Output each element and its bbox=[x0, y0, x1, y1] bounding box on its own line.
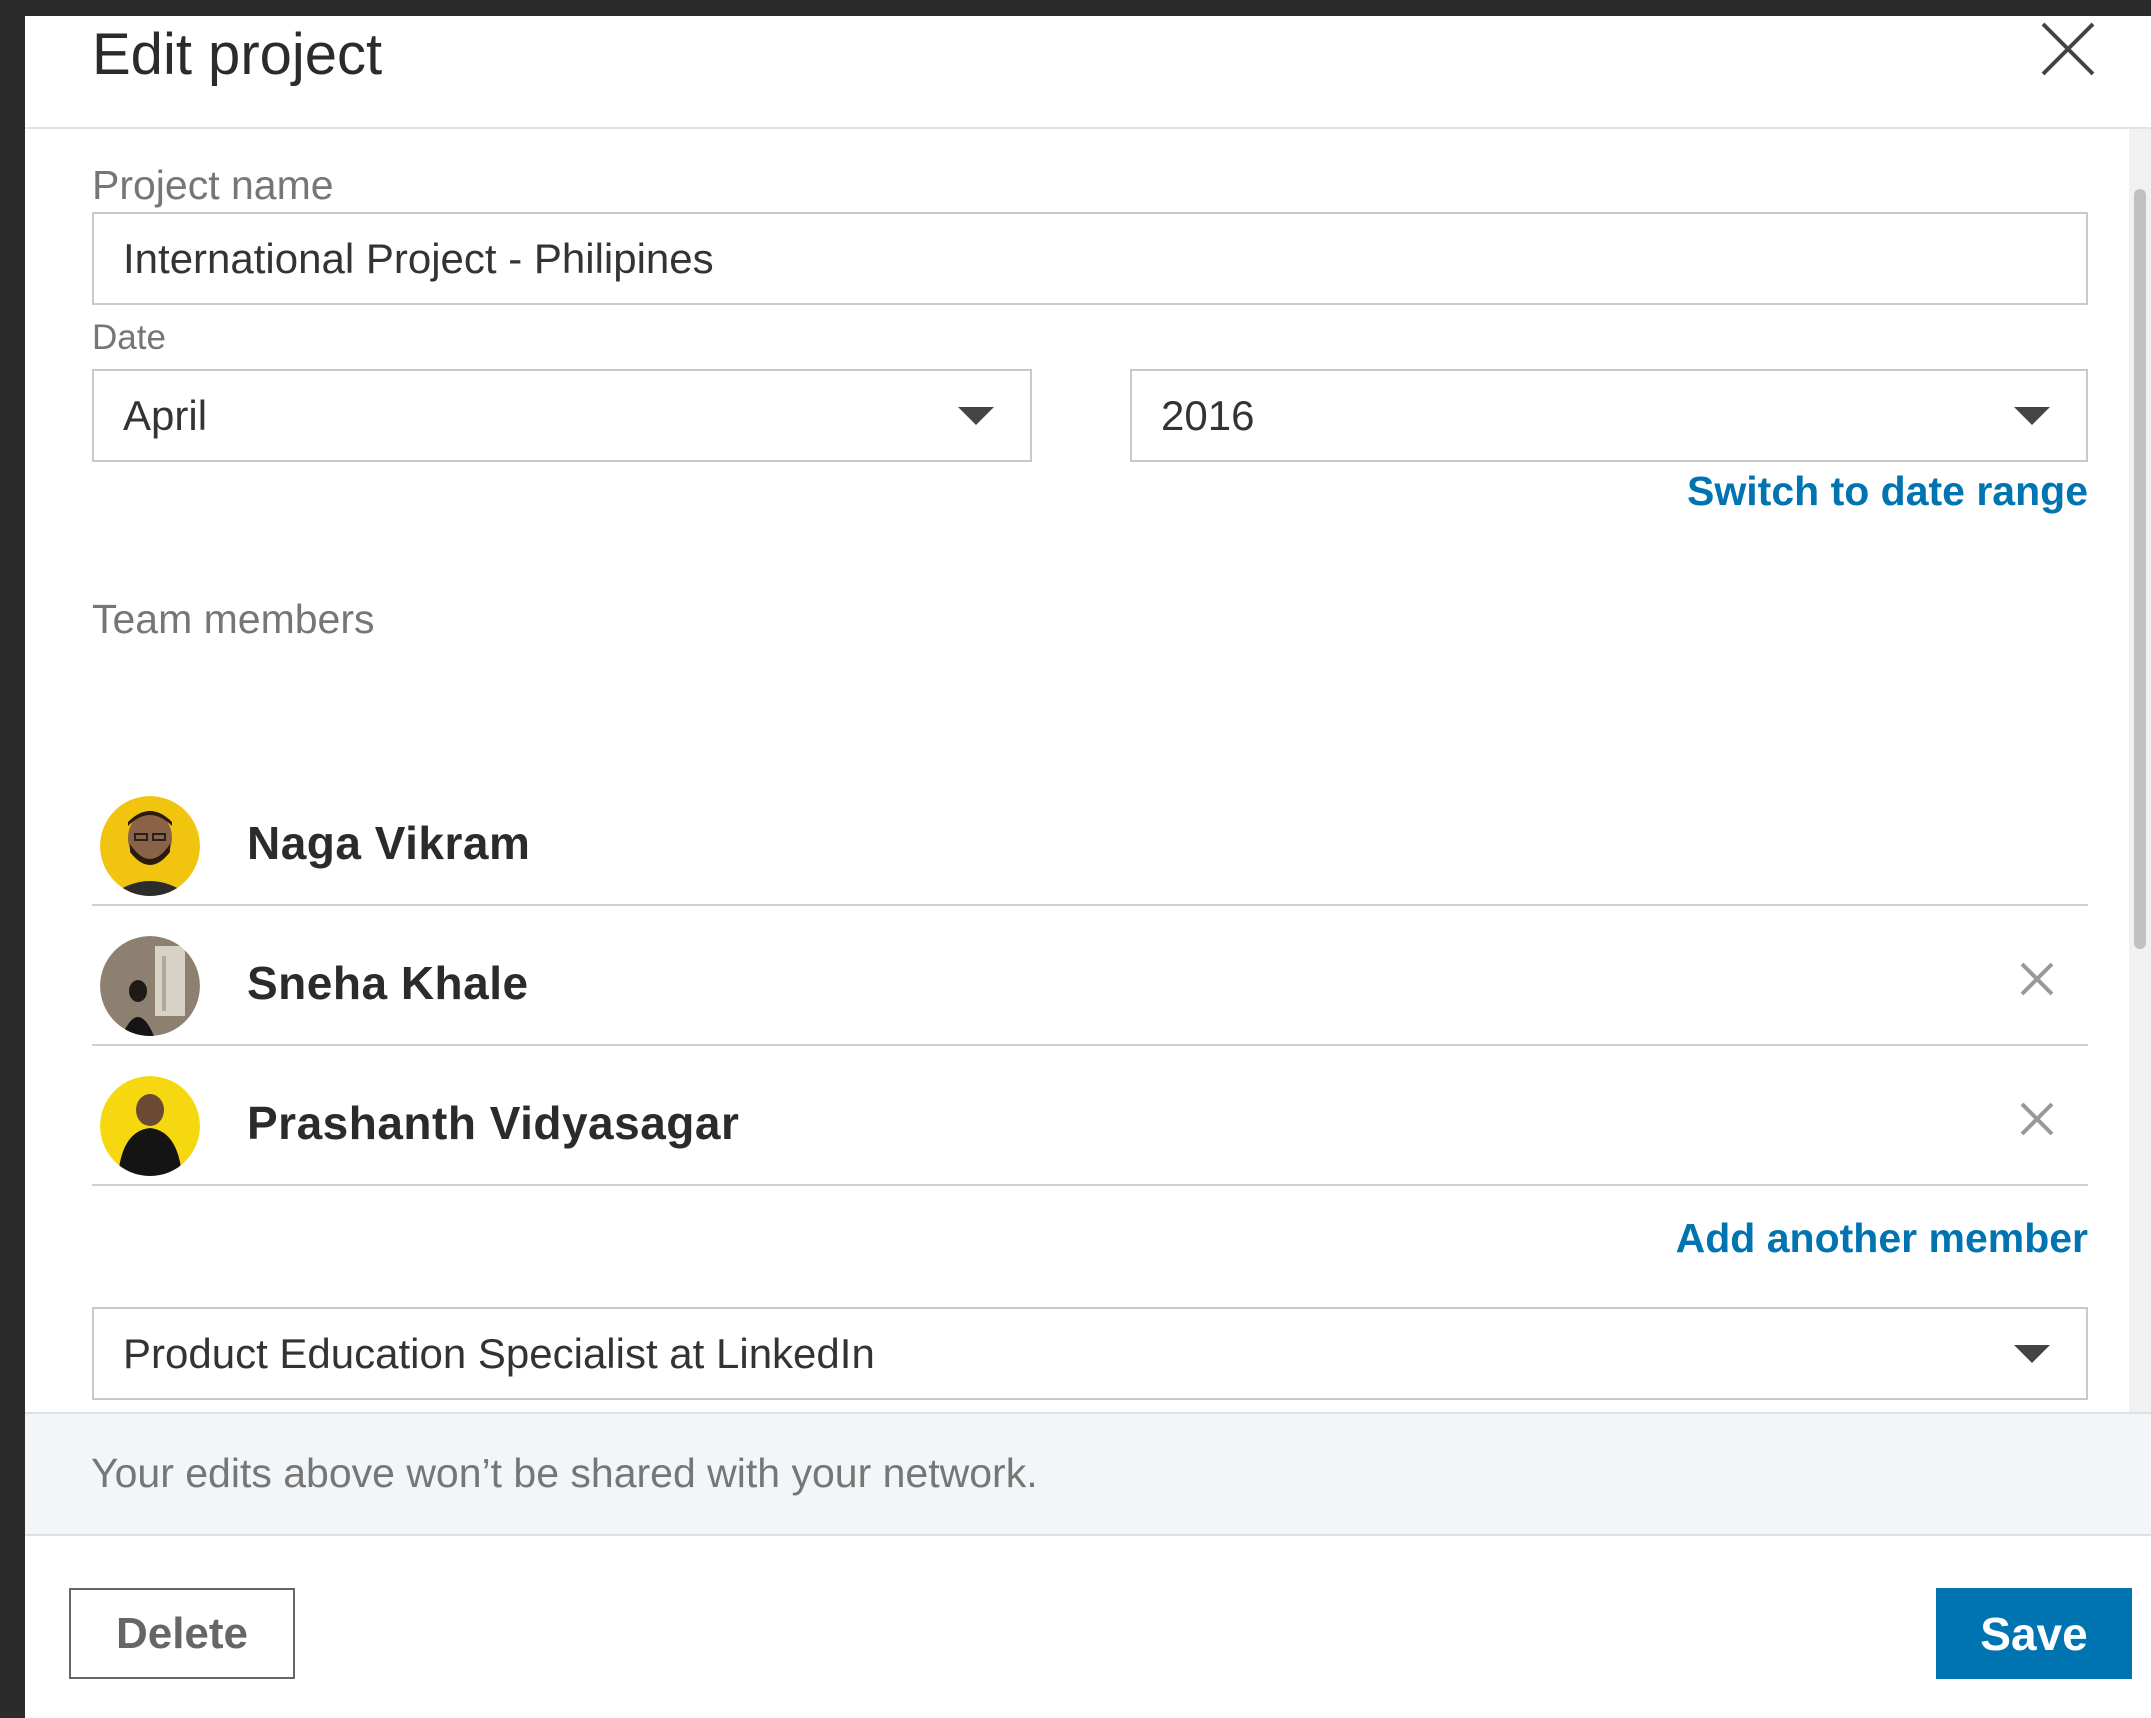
add-another-member-link[interactable]: Add another member bbox=[1676, 1215, 2088, 1262]
save-button[interactable]: Save bbox=[1936, 1588, 2132, 1679]
team-member-row: Sneha Khale bbox=[92, 906, 2088, 1046]
chevron-down-icon bbox=[2014, 406, 2050, 425]
associated-position-value: Product Education Specialist at LinkedIn bbox=[123, 1329, 875, 1377]
year-select[interactable]: 2016 bbox=[1130, 369, 2088, 462]
edit-project-dialog: Edit project Project name International … bbox=[25, 16, 2151, 1718]
member-name: Prashanth Vidyasagar bbox=[247, 1097, 740, 1149]
member-name: Naga Vikram bbox=[247, 817, 531, 869]
member-name: Sneha Khale bbox=[247, 957, 529, 1009]
remove-member-button[interactable] bbox=[2012, 954, 2062, 1004]
project-name-label: Project name bbox=[92, 162, 334, 208]
team-member-row: Naga Vikram bbox=[92, 766, 2088, 906]
close-icon bbox=[2041, 22, 2095, 76]
scrollbar[interactable] bbox=[2129, 129, 2151, 1412]
avatar bbox=[100, 936, 200, 1036]
date-label: Date bbox=[92, 318, 166, 357]
remove-x-icon bbox=[2020, 1102, 2054, 1136]
scrollbar-thumb[interactable] bbox=[2134, 189, 2146, 949]
project-name-value: International Project - Philipines bbox=[123, 234, 714, 282]
associated-position-select[interactable]: Product Education Specialist at LinkedIn bbox=[92, 1307, 2088, 1400]
remove-x-icon bbox=[2020, 962, 2054, 996]
month-select[interactable]: April bbox=[92, 369, 1032, 462]
close-button[interactable] bbox=[2035, 16, 2101, 82]
avatar bbox=[100, 1076, 200, 1176]
year-value: 2016 bbox=[1161, 391, 1255, 439]
remove-member-button[interactable] bbox=[2012, 1094, 2062, 1144]
chevron-down-icon bbox=[2014, 1344, 2050, 1363]
avatar bbox=[100, 796, 200, 896]
dialog-header: Edit project bbox=[25, 16, 2151, 129]
switch-to-date-range-link[interactable]: Switch to date range bbox=[1687, 468, 2088, 515]
team-members-label: Team members bbox=[92, 596, 375, 642]
chevron-down-icon bbox=[958, 406, 994, 425]
privacy-note: Your edits above won’t be shared with yo… bbox=[25, 1412, 2151, 1536]
privacy-note-text: Your edits above won’t be shared with yo… bbox=[91, 1450, 1038, 1496]
delete-button[interactable]: Delete bbox=[69, 1588, 295, 1679]
dialog-title: Edit project bbox=[92, 22, 383, 87]
month-value: April bbox=[123, 391, 208, 439]
dialog-body[interactable]: Project name International Project - Phi… bbox=[25, 129, 2151, 1412]
team-member-row: Prashanth Vidyasagar bbox=[92, 1046, 2088, 1186]
project-name-input[interactable]: International Project - Philipines bbox=[92, 212, 2088, 305]
